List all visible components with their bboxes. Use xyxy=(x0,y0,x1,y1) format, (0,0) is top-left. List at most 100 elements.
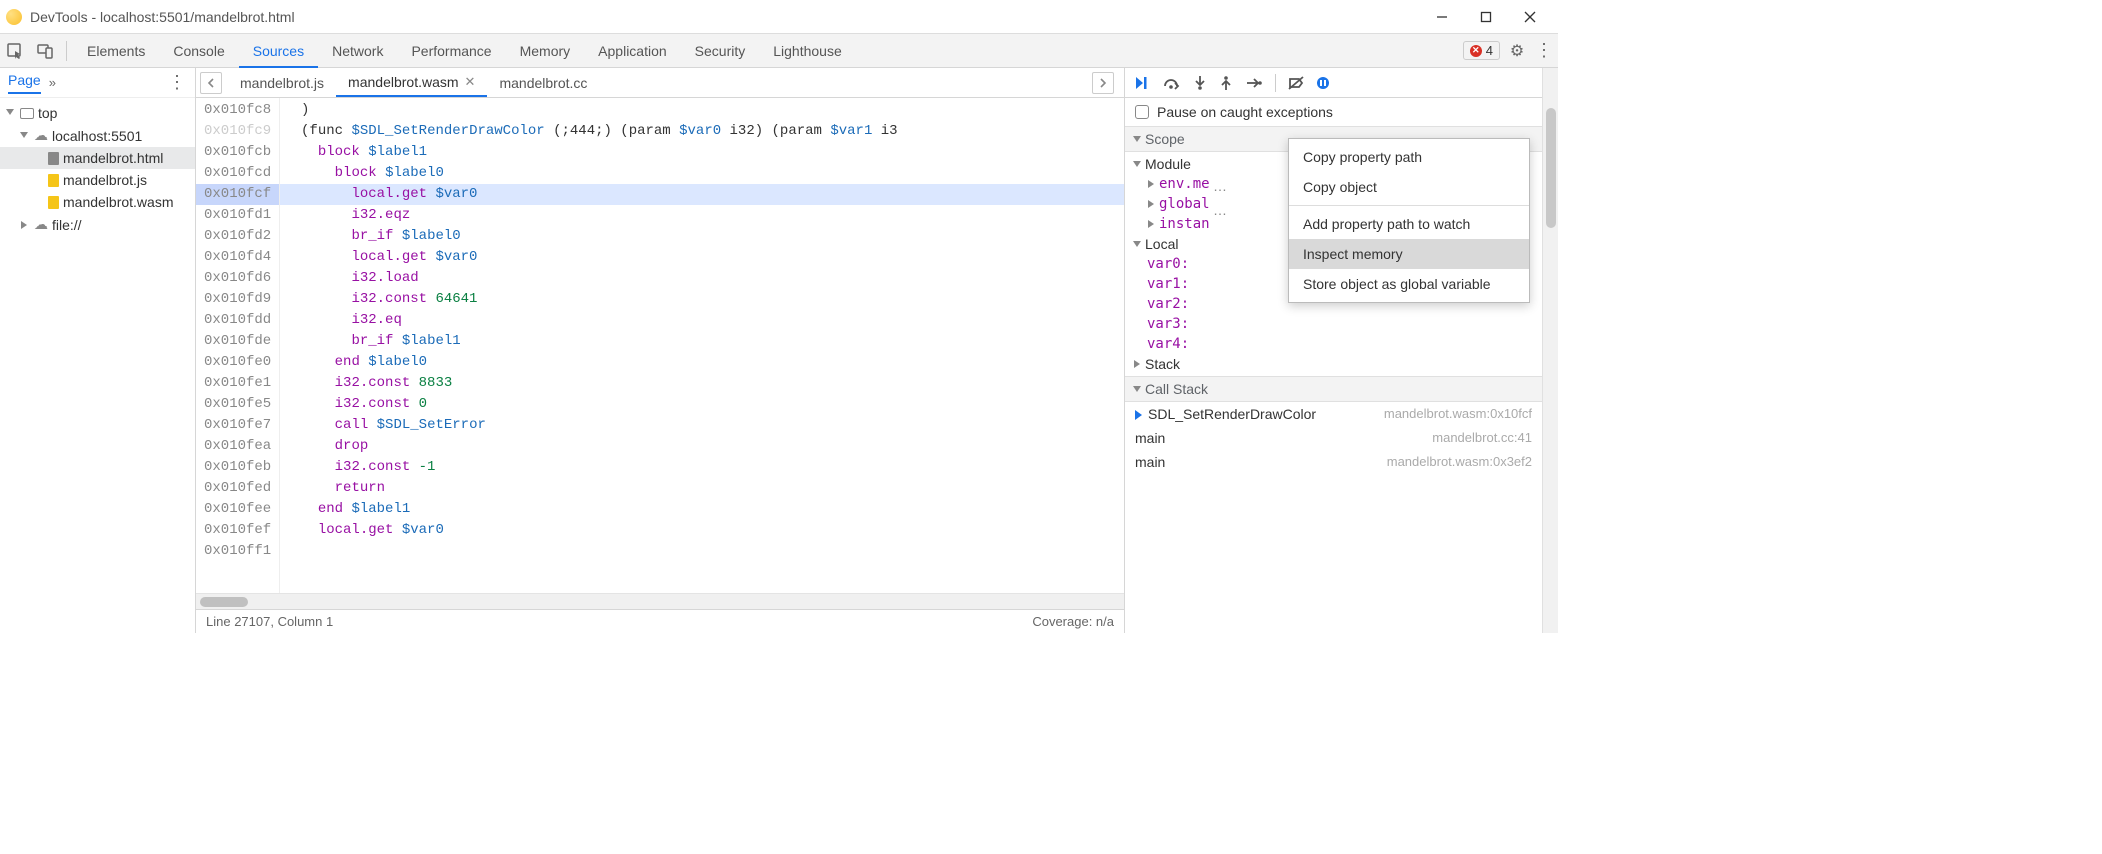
more-tabs-icon[interactable]: » xyxy=(49,75,56,90)
tab-application[interactable]: Application xyxy=(584,34,681,67)
step-icon[interactable] xyxy=(1245,76,1263,90)
file-tree: top ☁localhost:5501 mandelbrot.html mand… xyxy=(0,98,195,240)
ctx-copy-object[interactable]: Copy object xyxy=(1289,172,1529,202)
horizontal-scrollbar[interactable] xyxy=(196,593,1124,609)
editor-panel: mandelbrot.js mandelbrot.wasm✕ mandelbro… xyxy=(196,68,1125,633)
page-tab[interactable]: Page xyxy=(8,72,41,94)
tab-console[interactable]: Console xyxy=(159,34,238,67)
cursor-position: Line 27107, Column 1 xyxy=(206,614,333,629)
ctx-inspect-memory[interactable]: Inspect memory xyxy=(1289,239,1529,269)
ctx-add-watch[interactable]: Add property path to watch xyxy=(1289,209,1529,239)
scope-local-var3[interactable]: var3: xyxy=(1133,314,1534,334)
frame-loc: mandelbrot.wasm:0x3ef2 xyxy=(1387,454,1532,469)
cloud-icon: ☁ xyxy=(34,216,48,233)
frame-icon xyxy=(20,108,34,119)
scope-local-var4[interactable]: var4: xyxy=(1133,334,1534,354)
callstack-frame-1[interactable]: main mandelbrot.cc:41 xyxy=(1125,426,1542,450)
error-count-badge[interactable]: ✕ 4 xyxy=(1463,41,1500,60)
ctx-copy-property-path[interactable]: Copy property path xyxy=(1289,142,1529,172)
devtools-app-icon xyxy=(6,9,22,25)
callstack-section-header[interactable]: Call Stack xyxy=(1125,376,1542,402)
scope-stack[interactable]: Stack xyxy=(1133,354,1534,374)
vertical-scrollbar[interactable] xyxy=(1542,68,1558,633)
window-minimize-button[interactable] xyxy=(1420,1,1464,33)
tree-file-html[interactable]: mandelbrot.html xyxy=(0,147,195,169)
tree-file-wasm[interactable]: mandelbrot.wasm xyxy=(0,191,195,213)
scope-var: var4: xyxy=(1147,336,1189,352)
nav-back-icon[interactable] xyxy=(200,72,222,94)
tree-label: mandelbrot.html xyxy=(63,150,163,166)
tree-file-js[interactable]: mandelbrot.js xyxy=(0,169,195,191)
error-count: 4 xyxy=(1486,43,1493,58)
scope-var: global xyxy=(1159,196,1210,212)
scope-var: env.me xyxy=(1159,176,1210,192)
nav-forward-icon[interactable] xyxy=(1092,72,1114,94)
step-over-icon[interactable] xyxy=(1163,76,1181,90)
window-maximize-button[interactable] xyxy=(1464,1,1508,33)
chevron-right-icon xyxy=(1148,200,1154,208)
tree-node-host[interactable]: ☁localhost:5501 xyxy=(0,124,195,147)
pause-exceptions-icon[interactable] xyxy=(1316,76,1330,90)
file-tab-label: mandelbrot.cc xyxy=(499,75,587,91)
chevron-down-icon xyxy=(1133,136,1141,142)
pause-exceptions-label: Pause on caught exceptions xyxy=(1157,104,1333,120)
tab-performance[interactable]: Performance xyxy=(397,34,505,67)
tab-network[interactable]: Network xyxy=(318,34,397,67)
main-tabs-bar: Elements Console Sources Network Perform… xyxy=(0,34,1558,68)
device-emulation-icon[interactable] xyxy=(30,42,60,60)
scope-label: Stack xyxy=(1145,356,1180,372)
chevron-right-icon xyxy=(1134,360,1140,368)
tree-node-top[interactable]: top xyxy=(0,102,195,124)
settings-gear-icon[interactable]: ⚙ xyxy=(1504,41,1530,61)
chevron-down-icon xyxy=(20,132,28,138)
ellipsis-icon: … xyxy=(1213,178,1227,194)
checkbox-icon[interactable] xyxy=(1135,105,1149,119)
callstack-frame-2[interactable]: mainmandelbrot.wasm:0x3ef2 xyxy=(1125,450,1542,474)
deactivate-breakpoints-icon[interactable] xyxy=(1288,76,1304,90)
divider xyxy=(66,41,67,61)
divider xyxy=(1275,74,1276,92)
cloud-icon: ☁ xyxy=(34,127,48,144)
main-tabs-right: ✕ 4 ⚙ ⋮ xyxy=(1463,40,1558,61)
coverage-status: Coverage: n/a xyxy=(1032,614,1114,629)
close-tab-icon[interactable]: ✕ xyxy=(465,74,476,90)
frame-name: main xyxy=(1135,430,1165,446)
file-tab-label: mandelbrot.js xyxy=(240,75,324,91)
step-into-icon[interactable] xyxy=(1193,75,1207,91)
tab-elements[interactable]: Elements xyxy=(73,34,159,67)
main-content: Page » ⋮ top ☁localhost:5501 mandelbrot.… xyxy=(0,68,1558,633)
ctx-separator xyxy=(1289,205,1529,206)
window-close-button[interactable] xyxy=(1508,1,1552,33)
file-tab-wasm[interactable]: mandelbrot.wasm✕ xyxy=(336,68,487,97)
scrollbar-thumb[interactable] xyxy=(1546,108,1556,228)
tab-sources[interactable]: Sources xyxy=(239,34,318,67)
files-panel-header: Page » ⋮ xyxy=(0,68,195,98)
frame-loc: mandelbrot.wasm:0x10fcf xyxy=(1384,406,1532,421)
tree-node-file[interactable]: ☁file:// xyxy=(0,213,195,236)
scope-var: var2: xyxy=(1147,296,1189,312)
debugger-body: Pause on caught exceptions Scope Module … xyxy=(1125,98,1542,633)
callstack-frame-0[interactable]: SDL_SetRenderDrawColormandelbrot.wasm:0x… xyxy=(1125,402,1542,426)
files-more-icon[interactable]: ⋮ xyxy=(167,72,187,93)
chevron-down-icon xyxy=(6,109,14,115)
file-tabs: mandelbrot.js mandelbrot.wasm✕ mandelbro… xyxy=(196,68,1124,98)
status-bar: Line 27107, Column 1 Coverage: n/a xyxy=(196,609,1124,633)
pause-on-exceptions-row[interactable]: Pause on caught exceptions xyxy=(1125,98,1542,126)
inspect-element-icon[interactable] xyxy=(0,42,30,60)
ctx-store-global[interactable]: Store object as global variable xyxy=(1289,269,1529,299)
scope-var: var0: xyxy=(1147,256,1189,272)
resume-icon[interactable] xyxy=(1135,76,1151,90)
scrollbar-thumb[interactable] xyxy=(200,597,248,607)
tree-label: mandelbrot.js xyxy=(63,172,147,188)
step-out-icon[interactable] xyxy=(1219,75,1233,91)
tab-lighthouse[interactable]: Lighthouse xyxy=(759,34,856,67)
file-icon xyxy=(48,152,59,165)
tab-memory[interactable]: Memory xyxy=(506,34,585,67)
code-body[interactable]: ) (func $SDL_SetRenderDrawColor (;444;) … xyxy=(280,98,1124,593)
file-tab-cc[interactable]: mandelbrot.cc xyxy=(487,68,599,97)
more-menu-icon[interactable]: ⋮ xyxy=(1534,40,1554,61)
frame-loc: mandelbrot.cc:41 xyxy=(1432,430,1532,445)
code-editor[interactable]: 0x010fc8 0x010fc9 0x010fcb 0x010fcd 0x01… xyxy=(196,98,1124,593)
tab-security[interactable]: Security xyxy=(681,34,760,67)
file-tab-js[interactable]: mandelbrot.js xyxy=(228,68,336,97)
